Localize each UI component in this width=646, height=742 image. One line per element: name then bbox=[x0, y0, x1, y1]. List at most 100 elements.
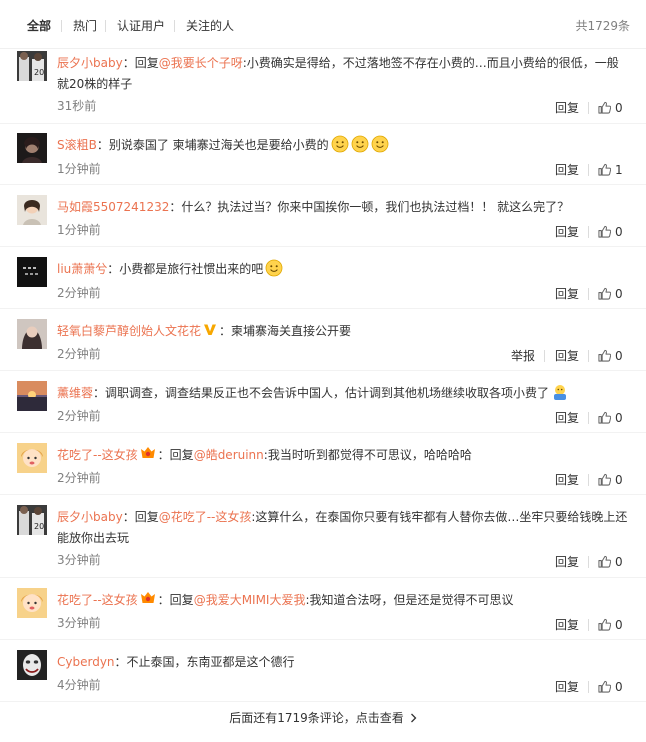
load-more-label: 后面还有1719条评论，点击查看 bbox=[229, 711, 404, 725]
comment-divider bbox=[0, 639, 646, 640]
tab-verified-users[interactable]: 认证用户 bbox=[117, 18, 165, 34]
comment-text: 马如霞5507241232：什么？执法过当？你来中国挨你一顿，我们也执法过档！！… bbox=[57, 197, 630, 218]
like-count: 0 bbox=[615, 680, 623, 694]
smile-emoji-icon bbox=[371, 135, 389, 160]
thumbs-up-icon bbox=[598, 411, 612, 424]
reply-button[interactable]: 回复 bbox=[555, 555, 579, 569]
comment-content: :我知道合法呀，但是还是觉得不可思议 bbox=[305, 593, 514, 607]
black-text-avatar[interactable] bbox=[17, 257, 47, 287]
reply-button[interactable]: 回复 bbox=[555, 411, 579, 425]
username-link[interactable]: 轻氧白藜芦醇创始人文花花 bbox=[57, 324, 201, 338]
reply-button[interactable]: 回复 bbox=[555, 225, 579, 239]
comment-divider bbox=[0, 370, 646, 371]
like-button[interactable]: 0 bbox=[598, 680, 623, 694]
like-button[interactable]: 0 bbox=[598, 618, 623, 632]
reply-label: 回复 bbox=[134, 56, 159, 70]
comment-content: :我当时听到都觉得不可思议，哈哈哈哈 bbox=[263, 448, 472, 462]
action-divider bbox=[588, 681, 589, 693]
like-button[interactable]: 0 bbox=[598, 555, 623, 569]
reply-button[interactable]: 回复 bbox=[555, 618, 579, 632]
thumbs-up-icon bbox=[598, 555, 612, 568]
comment-text: 花吃了--这女孩 ：回复@我爱大MIMI大爱我:我知道合法呀，但是还是觉得不可思议 bbox=[57, 590, 630, 612]
comment-content: ：调职调查，调查结果反正也不会告诉中国人，估计调到其他机场继续收取各项小费了 bbox=[93, 386, 550, 400]
username-link[interactable]: 辰夕小baby bbox=[57, 510, 123, 524]
like-count: 0 bbox=[615, 287, 623, 301]
action-divider bbox=[588, 412, 589, 424]
username-link[interactable]: S滚粗B bbox=[57, 138, 97, 152]
reply-label: ：回复 bbox=[157, 448, 194, 462]
comment-divider bbox=[0, 577, 646, 578]
mention-link[interactable]: @我要长个子呀 bbox=[159, 56, 243, 70]
sunset-avatar[interactable] bbox=[17, 381, 47, 411]
like-button[interactable]: 0 bbox=[598, 349, 623, 363]
like-count: 0 bbox=[615, 473, 623, 487]
like-count: 0 bbox=[615, 225, 623, 239]
comment-content: ：什么？执法过当？你来中国挨你一顿，我们也执法过档！！ 就这么完了？ bbox=[169, 200, 570, 214]
comment-text: 辰夕小baby：回复@我要长个子呀:小费确实是得给，不过落地签不存在小费的…而且… bbox=[57, 53, 630, 95]
cartoon-girl-avatar[interactable] bbox=[17, 588, 47, 618]
reply-label: ：回复 bbox=[122, 510, 159, 524]
comment-divider bbox=[0, 701, 646, 702]
smile-emoji-icon bbox=[351, 135, 369, 160]
thumbs-up-icon bbox=[598, 618, 612, 631]
mention-link[interactable]: @花吃了--这女孩 bbox=[159, 510, 252, 524]
reply-button[interactable]: 回复 bbox=[555, 163, 579, 177]
username-link[interactable]: 薰维蓉 bbox=[57, 386, 93, 400]
reply-button[interactable]: 回复 bbox=[555, 349, 579, 363]
girl-photo-avatar[interactable] bbox=[17, 195, 47, 225]
dark-portrait-avatar[interactable] bbox=[17, 133, 47, 163]
like-button[interactable]: 0 bbox=[598, 287, 623, 301]
load-more-comments-link[interactable]: 后面还有1719条评论，点击查看 bbox=[0, 711, 646, 725]
comment-text: 轻氧白藜芦醇创始人文花花 ：柬埔寨海关直接公开要 bbox=[57, 321, 630, 343]
comment-divider bbox=[0, 246, 646, 247]
like-button[interactable]: 0 bbox=[598, 225, 623, 239]
joker-face-avatar[interactable] bbox=[17, 650, 47, 680]
comment-time: 2分钟前 bbox=[57, 286, 101, 300]
username-link[interactable]: 花吃了--这女孩 bbox=[57, 593, 138, 607]
reply-prefix: ： bbox=[122, 56, 135, 70]
username-link[interactable]: 花吃了--这女孩 bbox=[57, 448, 138, 462]
reply-button[interactable]: 回复 bbox=[555, 680, 579, 694]
comment-text: liu萧萧兮：小费都是旅行社惯出来的吧 bbox=[57, 259, 630, 284]
reply-button[interactable]: 回复 bbox=[555, 287, 579, 301]
comment-divider bbox=[0, 184, 646, 185]
comment-content: ：别说泰国了 柬埔寨过海关也是要给小费的 bbox=[96, 138, 329, 152]
username-link[interactable]: 马如霞5507241232 bbox=[57, 200, 169, 214]
username-link[interactable]: liu萧萧兮 bbox=[57, 262, 107, 276]
fan-badge-icon bbox=[140, 446, 156, 467]
tab-all[interactable]: 全部 bbox=[27, 18, 51, 34]
comment-text: S滚粗B：别说泰国了 柬埔寨过海关也是要给小费的 bbox=[57, 135, 630, 160]
thumbs-up-icon bbox=[598, 101, 612, 114]
tab-hot[interactable]: 热门 bbox=[73, 18, 97, 34]
like-button[interactable]: 1 bbox=[598, 163, 623, 177]
action-divider bbox=[588, 164, 589, 176]
portrait-avatar[interactable] bbox=[17, 319, 47, 349]
report-button[interactable]: 举报 bbox=[511, 349, 535, 363]
reply-button[interactable]: 回复 bbox=[555, 101, 579, 115]
comment-divider bbox=[0, 494, 646, 495]
like-button[interactable]: 0 bbox=[598, 101, 623, 115]
like-count: 0 bbox=[615, 411, 623, 425]
action-divider bbox=[588, 102, 589, 114]
username-link[interactable]: 辰夕小baby bbox=[57, 56, 123, 70]
tab-following[interactable]: 关注的人 bbox=[186, 18, 234, 34]
comment-time: 3分钟前 bbox=[57, 553, 101, 567]
tab-divider bbox=[105, 20, 106, 32]
action-divider bbox=[588, 474, 589, 486]
comment-divider bbox=[0, 308, 646, 309]
like-button[interactable]: 0 bbox=[598, 473, 623, 487]
action-divider bbox=[588, 350, 589, 362]
chevron-right-icon bbox=[410, 713, 417, 723]
player-photo-avatar[interactable]: 20 bbox=[17, 505, 47, 535]
reply-button[interactable]: 回复 bbox=[555, 473, 579, 487]
like-count: 0 bbox=[615, 555, 623, 569]
mention-link[interactable]: @皓deruinn bbox=[194, 448, 264, 462]
username-link[interactable]: Cyberdyn bbox=[57, 655, 115, 669]
mention-link[interactable]: @我爱大MIMI大爱我 bbox=[194, 593, 306, 607]
player-photo-avatar[interactable]: 20 bbox=[17, 51, 47, 81]
cartoon-girl-avatar[interactable] bbox=[17, 443, 47, 473]
like-button[interactable]: 0 bbox=[598, 411, 623, 425]
comment-time: 1分钟前 bbox=[57, 162, 101, 176]
action-divider bbox=[588, 288, 589, 300]
comment-filter-bar: 全部 热门 认证用户 关注的人 共1729条 bbox=[0, 0, 646, 49]
